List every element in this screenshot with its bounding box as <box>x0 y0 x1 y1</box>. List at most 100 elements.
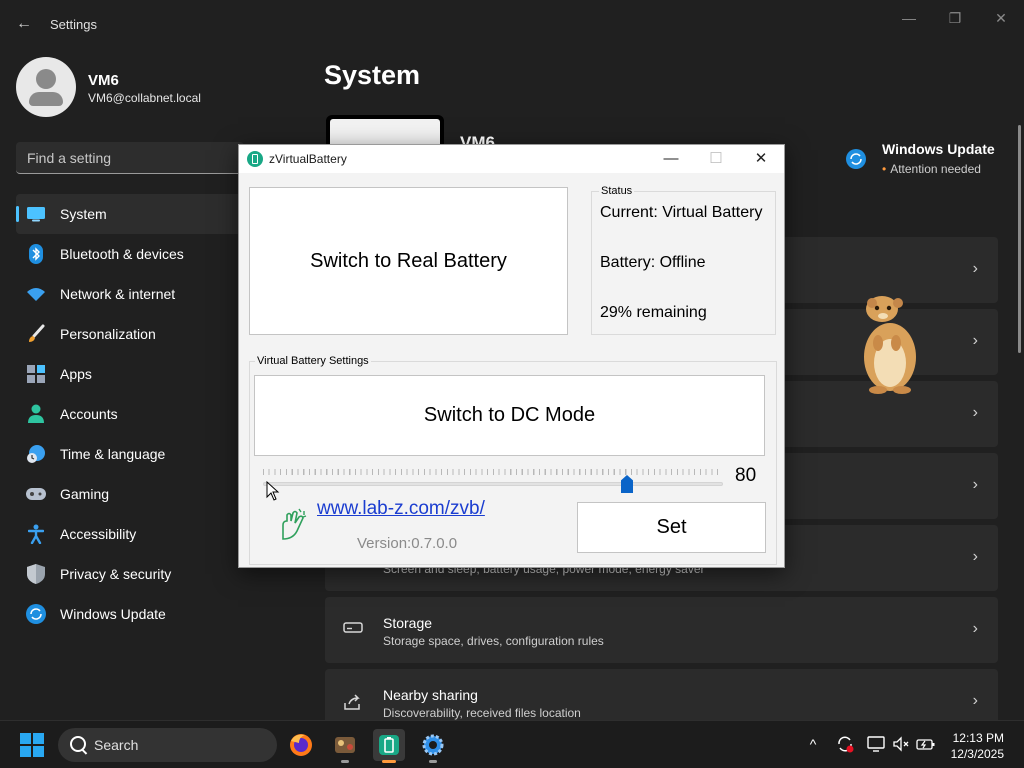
volume-muted-icon[interactable] <box>892 735 910 753</box>
globe-clock-icon <box>26 444 46 464</box>
slider-ticks <box>263 469 723 475</box>
monitor-icon <box>26 204 46 224</box>
refresh-icon <box>846 149 866 169</box>
network-icon[interactable] <box>867 735 885 753</box>
maximize-button[interactable]: ❐ <box>935 6 975 30</box>
hamster-desktop-pet[interactable] <box>856 295 924 395</box>
nav-label: System <box>60 206 107 222</box>
switch-to-real-battery-button[interactable]: Switch to Real Battery <box>249 187 568 335</box>
game-app-icon <box>335 737 355 753</box>
accessibility-icon <box>26 524 46 544</box>
nav-item-network[interactable]: Network & internet <box>16 274 244 314</box>
card-title: Nearby sharing <box>383 687 478 703</box>
nav-item-time-language[interactable]: Time & language <box>16 434 244 474</box>
nav-item-bluetooth[interactable]: Bluetooth & devices <box>16 234 244 274</box>
share-icon <box>343 693 363 711</box>
nav-label: Gaming <box>60 486 110 502</box>
taskbar-app-firefox[interactable] <box>285 729 317 761</box>
search-icon <box>70 736 86 752</box>
status-battery: Battery: Offline <box>600 254 706 271</box>
slider-value: 80 <box>735 465 757 486</box>
back-button[interactable]: ← <box>14 14 34 34</box>
firefox-icon <box>290 734 312 756</box>
card-subtitle: Storage space, drives, configuration rul… <box>383 634 604 648</box>
version-label: Version:0.7.0.0 <box>357 535 458 552</box>
back-arrow-icon: ← <box>16 15 32 32</box>
status-legend: Status <box>599 185 635 197</box>
nav-label: Accounts <box>60 406 118 422</box>
website-link[interactable]: www.lab-z.com/zvb/ <box>317 498 485 520</box>
nav-label: Network & internet <box>60 286 176 302</box>
slider-thumb[interactable] <box>621 475 633 493</box>
running-indicator <box>429 760 437 763</box>
dialog-title: zVirtualBattery <box>269 152 347 166</box>
nav-item-gaming[interactable]: Gaming <box>16 474 244 514</box>
card-subtitle: Discoverability, received files location <box>383 706 581 720</box>
dialog-titlebar[interactable]: zVirtualBattery — ☐ ✕ <box>239 145 784 173</box>
chevron-right-icon: › <box>972 332 978 349</box>
battery-app-icon <box>247 151 263 167</box>
device-thumbnail <box>326 115 444 145</box>
nav-item-system[interactable]: System <box>16 194 244 234</box>
taskbar-app-settings[interactable] <box>417 729 449 763</box>
hand-wave-icon <box>277 507 309 541</box>
minimize-button[interactable]: — <box>889 6 929 30</box>
taskbar-clock[interactable]: 12:13 PM 12/3/2025 <box>951 730 1004 762</box>
nav-item-personalization[interactable]: Personalization <box>16 314 244 354</box>
user-avatar-icon <box>16 57 76 117</box>
profile-name: VM6 <box>88 72 119 89</box>
close-button[interactable]: ✕ <box>981 6 1021 30</box>
nav-item-privacy-security[interactable]: Privacy & security <box>16 554 244 594</box>
slider-track[interactable] <box>263 482 723 486</box>
mouse-cursor-icon <box>266 480 280 501</box>
running-indicator <box>341 760 349 763</box>
chevron-right-icon: › <box>972 476 978 493</box>
brush-icon <box>26 324 46 344</box>
dialog-minimize-button[interactable]: — <box>649 145 693 173</box>
chevron-right-icon: › <box>972 260 978 277</box>
battery-icon[interactable] <box>916 735 935 753</box>
dialog-close-button[interactable]: ✕ <box>739 145 783 173</box>
zvirtualbattery-window: zVirtualBattery — ☐ ✕ Switch to Real Bat… <box>238 144 785 568</box>
nav-item-apps[interactable]: Apps <box>16 354 244 394</box>
nav-label: Accessibility <box>60 526 137 542</box>
clock-date: 12/3/2025 <box>950 747 1004 761</box>
settings-titlebar: ← Settings — ❐ ✕ <box>0 0 1024 48</box>
chevron-right-icon: › <box>972 548 978 565</box>
battery-level-slider[interactable] <box>263 467 723 495</box>
attention-text: Attention needed <box>890 162 981 176</box>
gear-icon <box>422 734 444 756</box>
settings-scrollbar[interactable] <box>1018 125 1021 353</box>
nav-label: Time & language <box>60 446 166 462</box>
windows-update-subtitle: • Attention needed <box>882 162 981 176</box>
show-hidden-icons-button[interactable]: ^ <box>804 735 822 753</box>
set-button[interactable]: Set <box>577 502 766 553</box>
user-profile[interactable]: VM6 VM6@collabnet.local <box>16 57 316 117</box>
app-title: Settings <box>50 17 97 32</box>
dialog-maximize-button[interactable]: ☐ <box>694 145 738 173</box>
find-setting-input[interactable]: Find a setting <box>16 142 244 174</box>
taskbar-app-zvirtualbattery[interactable] <box>373 729 405 763</box>
clock-time: 12:13 PM <box>952 731 1004 745</box>
nav-item-accounts[interactable]: Accounts <box>16 394 244 434</box>
chevron-right-icon: › <box>972 404 978 421</box>
taskbar-search[interactable]: Search <box>58 728 277 762</box>
gamepad-icon <box>26 484 46 504</box>
settings-nav: System Bluetooth & devices Network & int… <box>16 194 244 634</box>
start-button[interactable] <box>20 733 44 757</box>
nav-item-windows-update[interactable]: Windows Update <box>16 594 244 634</box>
settings-card-storage[interactable]: Storage Storage space, drives, configura… <box>325 597 998 663</box>
sync-alert-icon[interactable] <box>836 735 854 753</box>
page-title: System <box>324 60 421 90</box>
chevron-right-icon: › <box>972 692 978 709</box>
shield-icon <box>26 564 46 584</box>
wifi-icon <box>26 284 46 304</box>
taskbar-app-game[interactable] <box>329 729 361 763</box>
person-icon <box>26 404 46 424</box>
status-remaining: 29% remaining <box>600 304 707 321</box>
bluetooth-icon <box>26 244 46 264</box>
switch-to-dc-mode-button[interactable]: Switch to DC Mode <box>254 375 765 456</box>
storage-icon <box>343 621 363 639</box>
profile-email: VM6@collabnet.local <box>88 91 201 105</box>
nav-item-accessibility[interactable]: Accessibility <box>16 514 244 554</box>
